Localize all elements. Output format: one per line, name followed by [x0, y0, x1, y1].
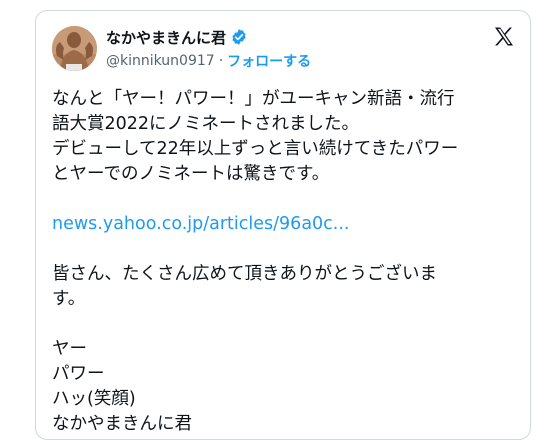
handle-row: @kinnikun0917 · フォローする: [106, 51, 311, 71]
tweet-paragraph-3: ヤー パワー ハッ(笑顔) なかやまきんに君: [52, 337, 522, 437]
separator-dot: ·: [218, 53, 224, 69]
verified-badge-icon: [230, 28, 248, 46]
article-link[interactable]: news.yahoo.co.jp/articles/96a0c...: [52, 212, 349, 237]
tweet-link-line: news.yahoo.co.jp/articles/96a0c...: [52, 212, 522, 237]
tweet-text-line: 皆さん、たくさん広めて頂きありがとうございま: [52, 264, 437, 284]
tweet-text-line: ハッ(笑顔): [52, 389, 136, 409]
author-name-row: なかやまきんに君: [106, 26, 248, 48]
avatar-image: [52, 26, 97, 71]
tweet-text-line: 語大賞2022にノミネートされました。: [52, 114, 360, 134]
tweet-paragraph-2: 皆さん、たくさん広めて頂きありがとうございま す。: [52, 262, 522, 312]
tweet-body: なんと「ヤー！パワー！」がユーキャン新語・流行 語大賞2022にノミネートされま…: [52, 87, 522, 437]
tweet-text-line: なかやまきんに君: [52, 414, 192, 434]
tweet-text-line: デビューして22年以上ずっと言い続けてきたパワー: [52, 139, 459, 159]
tweet-text-line: とヤーでのノミネートは驚きです。: [52, 164, 330, 184]
tweet-text-line: す。: [52, 289, 86, 309]
tweet-paragraph-1: なんと「ヤー！パワー！」がユーキャン新語・流行 語大賞2022にノミネートされま…: [52, 87, 522, 187]
tweet-text-line: ヤー: [52, 339, 87, 359]
tweet-text-line: なんと「ヤー！パワー！」がユーキャン新語・流行: [52, 89, 455, 109]
tweet-card: なかやまきんに君 @kinnikun0917 · フォローする なんと「ヤー！パ…: [35, 10, 531, 440]
x-logo-icon[interactable]: [492, 25, 516, 49]
avatar[interactable]: [52, 26, 97, 71]
tweet-text-line: パワー: [52, 364, 105, 384]
follow-button[interactable]: フォローする: [227, 51, 311, 71]
user-handle[interactable]: @kinnikun0917: [106, 53, 215, 69]
display-name[interactable]: なかやまきんに君: [106, 27, 226, 48]
